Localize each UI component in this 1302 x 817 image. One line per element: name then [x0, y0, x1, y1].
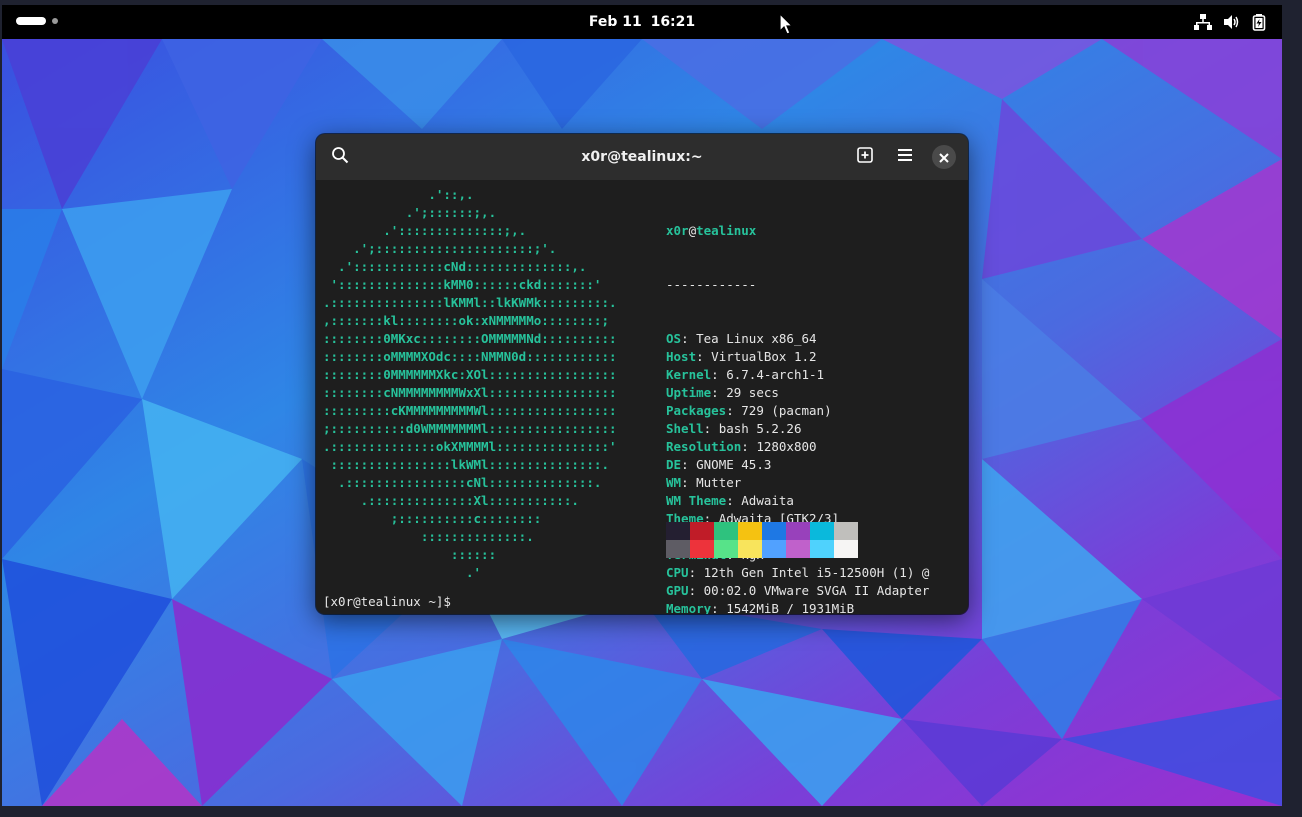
- info-colon: :: [741, 439, 757, 454]
- info-list: OS: Tea Linux x86_64 Host: VirtualBox 1.2…: [666, 330, 929, 614]
- info-key: WM: [666, 475, 682, 490]
- info-value: Adwaita: [741, 493, 794, 508]
- palette-swatch: [834, 522, 858, 540]
- user-host-line: x0r@tealinux: [666, 222, 929, 240]
- info-key: Shell: [666, 421, 704, 436]
- distro-ascii-logo: .'::,. .';::::::;,. .'::::::::::::::;,. …: [323, 187, 617, 580]
- info-colon: :: [726, 493, 742, 508]
- info-value: VirtualBox 1.2: [711, 349, 817, 364]
- info-row: Memory: 1542MiB / 1931MiB: [666, 600, 929, 614]
- info-key: CPU: [666, 565, 689, 580]
- info-key: Kernel: [666, 367, 712, 382]
- info-row: Host: VirtualBox 1.2: [666, 348, 929, 366]
- info-row: CPU: 12th Gen Intel i5-12500H (1) @: [666, 564, 929, 582]
- info-row: GPU: 00:02.0 VMware SVGA II Adapter: [666, 582, 929, 600]
- info-row: Kernel: 6.7.4-arch1-1: [666, 366, 929, 384]
- info-colon: :: [711, 385, 727, 400]
- new-tab-button[interactable]: [853, 145, 877, 169]
- main-menu-button[interactable]: [893, 145, 917, 169]
- info-row: DE: GNOME 45.3: [666, 456, 929, 474]
- info-value: 6.7.4-arch1-1: [726, 367, 825, 382]
- info-colon: :: [696, 349, 712, 364]
- info-colon: :: [681, 331, 697, 346]
- info-row: WM Theme: Adwaita: [666, 492, 929, 510]
- info-colon: :: [681, 475, 697, 490]
- info-row: WM: Mutter: [666, 474, 929, 492]
- clock-time: 16:21: [650, 14, 696, 30]
- info-key: GPU: [666, 583, 689, 598]
- info-key: Host: [666, 349, 697, 364]
- info-colon: :: [688, 565, 704, 580]
- close-window-button[interactable]: [932, 145, 956, 169]
- terminal-window[interactable]: x0r@tealinux:~ .'::,. .';::::::;,. .':::…: [316, 134, 968, 614]
- palette-row-normal: [666, 522, 858, 540]
- new-tab-icon: [856, 146, 874, 168]
- palette-swatch: [786, 522, 810, 540]
- info-key: Uptime: [666, 385, 712, 400]
- info-value: Mutter: [696, 475, 742, 490]
- volume-icon: [1222, 13, 1240, 31]
- network-wired-icon: [1194, 13, 1212, 31]
- info-value: bash 5.2.26: [718, 421, 802, 436]
- close-icon: [939, 148, 949, 167]
- info-value: 29 secs: [726, 385, 779, 400]
- top-bar: Feb 11 16:21: [2, 5, 1282, 39]
- info-colon: :: [711, 367, 727, 382]
- info-key: Resolution: [666, 439, 742, 454]
- info-key: DE: [666, 457, 682, 472]
- info-separator: ------------: [666, 277, 757, 292]
- info-key: OS: [666, 331, 682, 346]
- palette-swatch: [810, 540, 834, 558]
- info-host: tealinux: [696, 223, 757, 238]
- info-value: GNOME 45.3: [696, 457, 772, 472]
- info-colon: :: [711, 601, 727, 614]
- palette-swatch: [690, 540, 714, 558]
- palette-swatch: [762, 522, 786, 540]
- terminal-output[interactable]: .'::,. .';::::::;,. .'::::::::::::::;,. …: [316, 180, 968, 614]
- info-value: 729 (pacman): [741, 403, 832, 418]
- info-colon: :: [681, 457, 697, 472]
- info-row: Shell: bash 5.2.26: [666, 420, 929, 438]
- palette-swatch: [714, 522, 738, 540]
- system-tray[interactable]: [1194, 13, 1268, 31]
- info-value: 1542MiB / 1931MiB: [726, 601, 855, 614]
- palette-swatch: [762, 540, 786, 558]
- palette-swatch: [714, 540, 738, 558]
- desktop-screen: Feb 11 16:21 x0r@tealinux:~ .'::,. .';::…: [2, 5, 1282, 806]
- palette-swatch: [738, 540, 762, 558]
- info-value: 00:02.0 VMware SVGA II Adapter: [703, 583, 930, 598]
- hamburger-menu-icon: [896, 146, 914, 168]
- info-at: @: [688, 223, 697, 238]
- palette-swatch: [786, 540, 810, 558]
- info-colon: :: [726, 403, 742, 418]
- info-row: Resolution: 1280x800: [666, 438, 929, 456]
- palette-swatch: [666, 540, 690, 558]
- info-key: Memory: [666, 601, 712, 614]
- mouse-pointer-icon: [779, 13, 793, 35]
- info-colon: :: [688, 583, 704, 598]
- info-row: Uptime: 29 secs: [666, 384, 929, 402]
- info-key: WM Theme: [666, 493, 727, 508]
- terminal-headerbar[interactable]: x0r@tealinux:~: [316, 134, 968, 180]
- shell-prompt[interactable]: [x0r@tealinux ~]$: [323, 594, 459, 609]
- prompt-text: [x0r@tealinux ~]$: [323, 594, 459, 609]
- palette-swatch: [690, 522, 714, 540]
- info-colon: :: [703, 421, 719, 436]
- palette-row-bright: [666, 540, 858, 558]
- clock[interactable]: Feb 11 16:21: [2, 5, 1282, 39]
- info-row: OS: Tea Linux x86_64: [666, 330, 929, 348]
- info-value: 1280x800: [756, 439, 817, 454]
- palette-swatch: [834, 540, 858, 558]
- info-value: 12th Gen Intel i5-12500H (1) @: [703, 565, 930, 580]
- palette-swatch: [810, 522, 834, 540]
- info-user: x0r: [666, 223, 689, 238]
- color-palette: [666, 522, 858, 558]
- info-value: Tea Linux x86_64: [696, 331, 817, 346]
- clock-date: Feb 11: [588, 14, 642, 30]
- palette-swatch: [666, 522, 690, 540]
- palette-swatch: [738, 522, 762, 540]
- battery-icon: [1250, 13, 1268, 31]
- info-key: Packages: [666, 403, 727, 418]
- info-row: Packages: 729 (pacman): [666, 402, 929, 420]
